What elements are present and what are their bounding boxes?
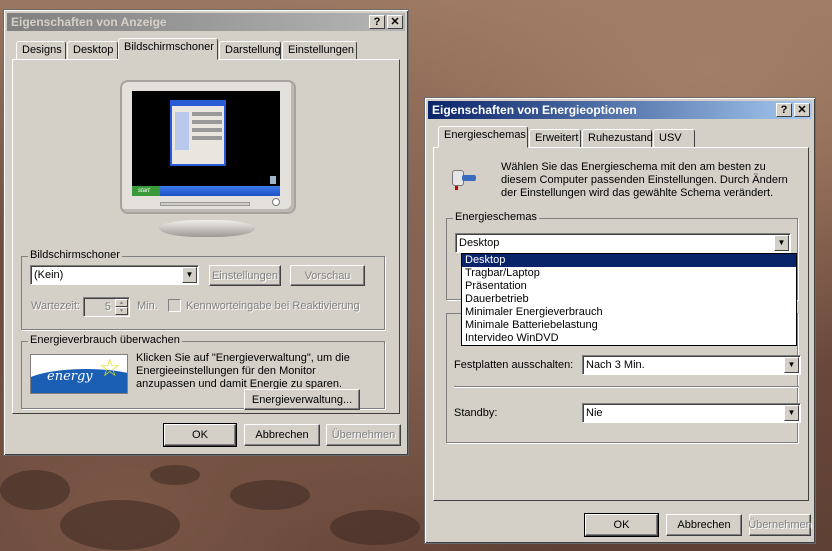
- spinner-up-icon[interactable]: ▲: [115, 299, 128, 307]
- wait-label: Wartezeit:: [31, 300, 81, 312]
- tab-usv[interactable]: USV: [653, 129, 695, 148]
- display-tab-panel: start Bildschirmschoner (Kein) ▼ Einstel…: [12, 59, 400, 414]
- display-window-titlebar[interactable]: Eigenschaften von Anzeige ? ✕: [7, 13, 405, 31]
- help-button[interactable]: ?: [776, 103, 792, 117]
- energy-group-label: Energieverbrauch überwachen: [28, 334, 182, 346]
- close-button[interactable]: ✕: [794, 103, 810, 117]
- apply-button[interactable]: Übernehmen: [326, 424, 401, 446]
- scheme-selected-value: Desktop: [459, 237, 500, 249]
- background-rock: [150, 465, 200, 485]
- scheme-option[interactable]: Präsentation: [462, 280, 796, 293]
- tab-einstellungen[interactable]: Einstellungen: [282, 41, 357, 60]
- scheme-option[interactable]: Dauerbetrieb: [462, 293, 796, 306]
- spinner-down-icon[interactable]: ▼: [115, 307, 128, 315]
- screensaver-group-label: Bildschirmschoner: [28, 249, 122, 261]
- close-button[interactable]: ✕: [387, 15, 403, 29]
- scheme-option[interactable]: Intervideo WinDVD: [462, 332, 796, 345]
- star-icon: ☆: [99, 355, 121, 382]
- help-button[interactable]: ?: [369, 15, 385, 29]
- background-rock: [60, 500, 180, 550]
- screensaver-group: Bildschirmschoner (Kein) ▼ Einstellungen…: [21, 249, 385, 330]
- energy-star-logo: energy ☆: [30, 354, 128, 394]
- monitor-preview: start: [120, 80, 296, 214]
- window-title: Eigenschaften von Anzeige: [11, 15, 167, 29]
- screensaver-settings-button[interactable]: Einstellungen: [209, 265, 281, 286]
- background-rock: [0, 470, 70, 510]
- screensaver-selected-value: (Kein): [34, 269, 64, 281]
- standby-label: Standby:: [454, 407, 498, 419]
- chevron-down-icon[interactable]: ▼: [784, 405, 799, 421]
- tab-desktop[interactable]: Desktop: [67, 41, 118, 60]
- tab-bildschirmschoner[interactable]: Bildschirmschoner: [118, 38, 218, 60]
- power-plug-icon: [450, 166, 476, 190]
- preview-screen: start: [132, 91, 280, 196]
- energy-management-button[interactable]: Energieverwaltung...: [244, 389, 360, 410]
- tab-ruhezustand[interactable]: Ruhezustand: [582, 129, 653, 148]
- chevron-down-icon[interactable]: ▼: [774, 235, 789, 251]
- power-description: Wählen Sie das Energieschema mit den am …: [501, 161, 788, 199]
- wait-spinner[interactable]: 5 ▲ ▼: [83, 297, 130, 317]
- energy-group: Energieverbrauch überwachen energy ☆ Kli…: [21, 334, 385, 410]
- harddisk-value: Nach 3 Min.: [586, 359, 645, 371]
- apply-button[interactable]: Übernehmen: [748, 514, 812, 536]
- ok-button[interactable]: OK: [163, 423, 237, 447]
- separator: [454, 386, 799, 388]
- chevron-down-icon[interactable]: ▼: [784, 357, 799, 373]
- background-rock: [330, 510, 420, 545]
- password-checkbox[interactable]: [168, 299, 181, 312]
- standby-value: Nie: [586, 407, 603, 419]
- scheme-option[interactable]: Desktop: [462, 254, 796, 267]
- password-label: Kennworteingabe bei Reaktivierung: [186, 300, 360, 312]
- scheme-option[interactable]: Minimale Batteriebelastung: [462, 319, 796, 332]
- power-window-titlebar[interactable]: Eigenschaften von Energieoptionen ? ✕: [428, 101, 812, 119]
- harddisk-label: Festplatten ausschalten:: [454, 359, 574, 371]
- tab-darstellung[interactable]: Darstellung: [219, 41, 281, 60]
- cancel-button[interactable]: Abbrechen: [244, 424, 320, 446]
- chevron-down-icon[interactable]: ▼: [182, 267, 197, 283]
- ok-button[interactable]: OK: [584, 513, 659, 537]
- window-title: Eigenschaften von Energieoptionen: [432, 103, 637, 117]
- monitor-stand: [159, 220, 255, 237]
- harddisk-select[interactable]: Nach 3 Min. ▼: [582, 355, 801, 375]
- screensaver-preview-button[interactable]: Vorschau: [290, 265, 365, 286]
- background-rock: [230, 480, 310, 510]
- energy-logo-text: energy: [47, 369, 93, 384]
- scheme-dropdown-list: Desktop Tragbar/Laptop Präsentation Daue…: [461, 253, 797, 346]
- tab-energieschemas[interactable]: Energieschemas: [438, 126, 528, 148]
- screensaver-select[interactable]: (Kein) ▼: [30, 265, 199, 285]
- preview-start-button: start: [132, 186, 160, 196]
- scheme-option[interactable]: Tragbar/Laptop: [462, 267, 796, 280]
- tab-designs[interactable]: Designs: [16, 41, 66, 60]
- scheme-select[interactable]: Desktop ▼: [455, 233, 791, 253]
- power-options-window: Eigenschaften von Energieoptionen ? ✕ En…: [424, 97, 816, 544]
- display-properties-window: Eigenschaften von Anzeige ? ✕ Designs De…: [3, 9, 409, 456]
- wait-value: 5: [104, 301, 111, 313]
- cancel-button[interactable]: Abbrechen: [666, 514, 742, 536]
- wait-unit: Min.: [137, 300, 158, 312]
- monitor-button: [272, 198, 280, 206]
- standby-select[interactable]: Nie ▼: [582, 403, 801, 423]
- schemes-group-label: Energieschemas: [453, 211, 539, 223]
- preview-dialog: [170, 100, 226, 166]
- tab-erweitert[interactable]: Erweitert: [529, 129, 581, 148]
- scheme-option[interactable]: Minimaler Energieverbrauch: [462, 306, 796, 319]
- preview-taskbar: start: [132, 186, 280, 196]
- preview-recycle-icon: [270, 176, 276, 184]
- energy-description: Klicken Sie auf "Energieverwaltung", um …: [136, 352, 350, 390]
